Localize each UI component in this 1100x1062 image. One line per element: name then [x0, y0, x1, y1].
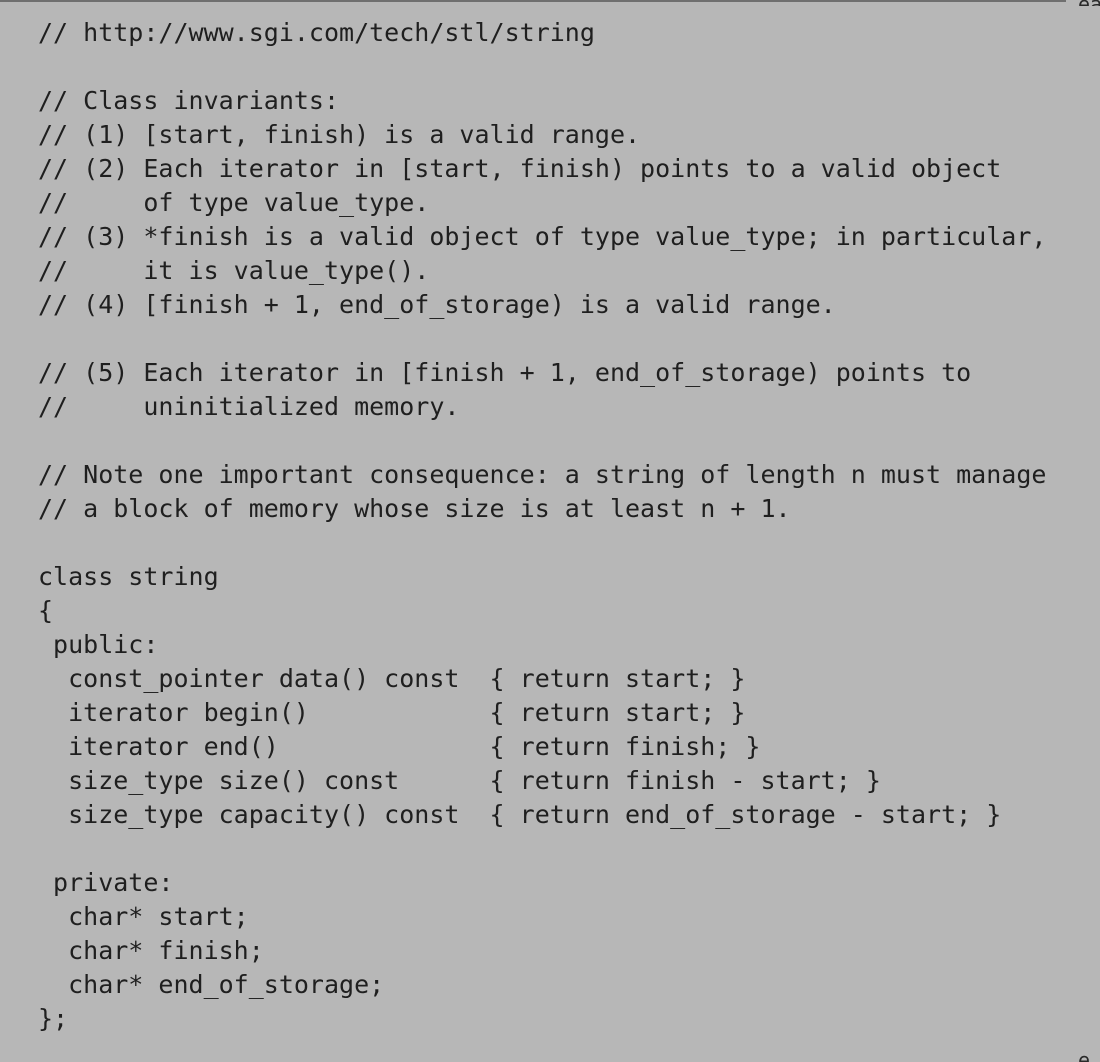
code-line: // (4) [finish + 1, end_of_storage) is a… [38, 290, 836, 319]
code-line: // Class invariants: [38, 86, 340, 115]
code-line: char* end_of_storage; [38, 970, 385, 999]
code-line: private: [38, 868, 174, 897]
code-line: // (1) [start, finish) is a valid range. [38, 120, 641, 149]
cropped-edge-text-bottom: e [1078, 1048, 1091, 1062]
code-line: }; [38, 1004, 69, 1033]
code-line: // (5) Each iterator in [finish + 1, end… [38, 358, 972, 387]
code-line: iterator end() { return finish; } [38, 732, 761, 761]
code-line: const_pointer data() const { return star… [38, 664, 746, 693]
code-line: { [38, 596, 54, 625]
code-line: // it is value_type(). [38, 256, 430, 285]
cropped-edge-text-top: ea [1078, 0, 1100, 6]
code-line: // (3) *finish is a valid object of type… [38, 222, 1047, 251]
code-line: public: [38, 630, 159, 659]
code-line: size_type capacity() const { return end_… [38, 800, 1002, 829]
top-rule [0, 0, 1066, 2]
code-line: size_type size() const { return finish -… [38, 766, 881, 795]
code-line: // uninitialized memory. [38, 392, 460, 421]
code-listing: // http://www.sgi.com/tech/stl/string // … [38, 16, 1088, 1036]
code-line: iterator begin() { return start; } [38, 698, 746, 727]
code-line: // of type value_type. [38, 188, 430, 217]
code-line: // http://www.sgi.com/tech/stl/string [38, 18, 595, 47]
code-line: // a block of memory whose size is at le… [38, 494, 791, 523]
code-line: // (2) Each iterator in [start, finish) … [38, 154, 1002, 183]
code-line: class string [38, 562, 219, 591]
code-line: char* start; [38, 902, 249, 931]
code-line: char* finish; [38, 936, 264, 965]
code-line: // Note one important consequence: a str… [38, 460, 1047, 489]
